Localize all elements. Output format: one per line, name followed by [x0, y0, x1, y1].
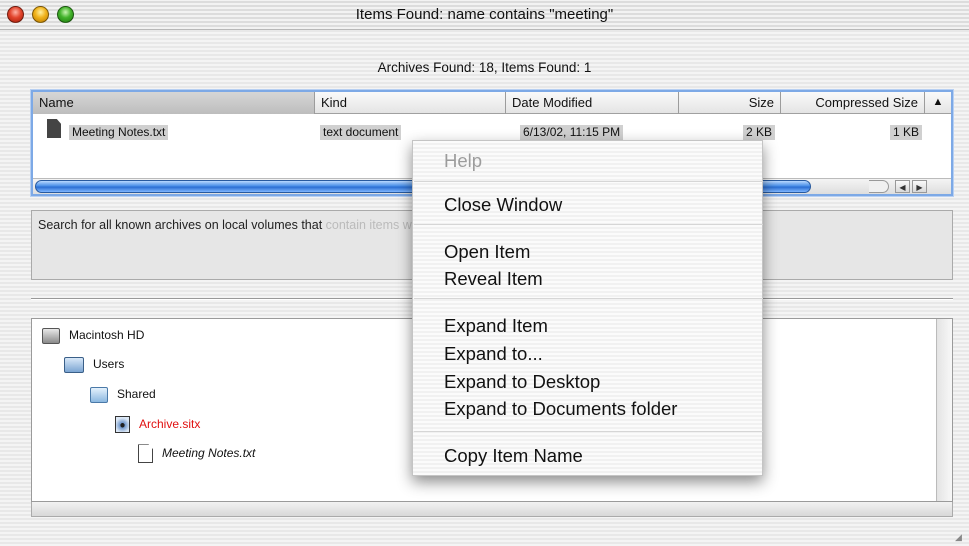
column-header-kind[interactable]: Kind: [315, 92, 506, 114]
row-compressed-size: 1 KB: [890, 125, 923, 140]
column-header-name[interactable]: Name: [33, 92, 315, 114]
row-name: Meeting Notes.txt: [69, 125, 169, 140]
column-header-compressed-size[interactable]: Compressed Size: [781, 92, 925, 114]
menu-item-close-window[interactable]: Close Window: [444, 193, 562, 217]
results-summary: Archives Found: 18, Items Found: 1: [377, 60, 592, 75]
tree-node-label: Meeting Notes.txt: [162, 446, 256, 460]
title-bar[interactable]: Items Found: name contains "meeting": [0, 0, 969, 30]
window-title: Items Found: name contains "meeting": [355, 6, 614, 23]
menu-item-open-item[interactable]: Open Item: [444, 240, 530, 264]
context-menu: Help Close Window Open Item Reveal Item …: [412, 140, 763, 476]
tree-node-users[interactable]: Users: [64, 354, 124, 374]
menu-item-reveal-item[interactable]: Reveal Item: [444, 267, 543, 291]
tree-node-label: Archive.sitx: [139, 417, 201, 431]
scroll-right-arrow-icon[interactable]: ▶: [912, 180, 927, 193]
vertical-scrollbar[interactable]: [936, 319, 952, 501]
sort-direction-icon[interactable]: ▲: [925, 92, 951, 114]
menu-item-copy-item-name[interactable]: Copy Item Name: [444, 444, 583, 468]
document-icon: [47, 119, 61, 138]
menu-separator: [414, 431, 763, 433]
menu-item-expand-to[interactable]: Expand to...: [444, 342, 543, 366]
column-header-size[interactable]: Size: [679, 92, 781, 114]
tree-node-meeting-notes[interactable]: Meeting Notes.txt: [138, 443, 256, 464]
tree-node-label: Users: [93, 357, 125, 371]
menu-separator: [414, 298, 763, 300]
tree-node-label: Macintosh HD: [69, 328, 145, 342]
tree-node-label: Shared: [117, 387, 156, 401]
column-header-date-modified[interactable]: Date Modified: [506, 92, 679, 114]
archive-icon: [115, 416, 130, 434]
row-size: 2 KB: [743, 125, 776, 140]
table-header: Name Kind Date Modified Size Compressed …: [33, 92, 951, 114]
resize-grip-icon[interactable]: ◢: [955, 532, 967, 544]
tree-horizontal-scrollbar[interactable]: [31, 502, 953, 517]
description-text: Search for all known archives on local v…: [38, 218, 326, 232]
row-date-modified: 6/13/02, 11:15 PM: [520, 125, 624, 140]
tree-node-macintosh-hd[interactable]: Macintosh HD: [42, 325, 144, 345]
menu-item-help: Help: [444, 150, 483, 171]
tree-node-archive[interactable]: Archive.sitx: [115, 414, 200, 434]
users-folder-icon: [64, 356, 84, 373]
menu-separator: [414, 181, 763, 183]
menu-item-expand-to-desktop[interactable]: Expand to Desktop: [444, 370, 600, 394]
tree-node-shared[interactable]: Shared: [90, 384, 156, 404]
menu-item-expand-to-documents[interactable]: Expand to Documents folder: [444, 397, 677, 421]
menu-separator: [414, 224, 763, 226]
hard-disk-icon: [42, 327, 60, 344]
menu-item-expand-item[interactable]: Expand Item: [444, 314, 548, 338]
scroll-left-arrow-icon[interactable]: ◀: [895, 180, 910, 193]
row-kind: text document: [320, 125, 402, 140]
document-icon: [138, 444, 153, 464]
scrollbar-track-end: [869, 180, 889, 193]
folder-icon: [90, 386, 108, 403]
